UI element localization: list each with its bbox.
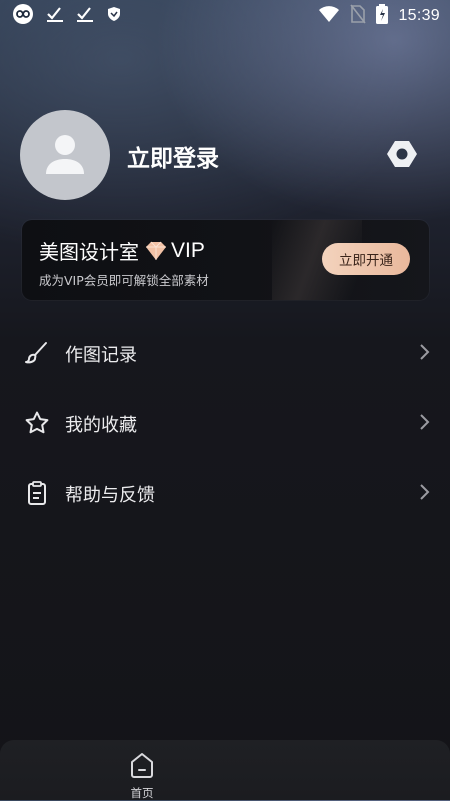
vip-card[interactable]: 美图设计室 VIP 成为VIP会员即可解锁全部素材 立即开通 — [22, 220, 429, 300]
chevron-right-icon — [414, 482, 434, 502]
home-icon — [129, 751, 155, 783]
hexagon-settings-icon — [385, 137, 419, 175]
star-icon — [24, 410, 50, 436]
tab-home-label: 首页 — [130, 786, 154, 800]
diamond-icon — [145, 241, 167, 261]
chevron-right-icon — [414, 412, 434, 432]
wifi-icon — [318, 5, 340, 27]
menu-item-history[interactable]: 作图记录 — [0, 327, 450, 377]
vip-badge-text: VIP — [171, 238, 205, 262]
vip-subtitle: 成为VIP会员即可解锁全部素材 — [39, 273, 209, 288]
shield-icon — [106, 6, 122, 26]
vip-title: 美图设计室 VIP — [39, 236, 205, 265]
menu-item-favorites[interactable]: 我的收藏 — [0, 397, 450, 447]
status-right-icons: 15:39 — [318, 4, 440, 28]
menu-item-label: 我的收藏 — [65, 415, 137, 436]
brush-icon — [24, 340, 50, 366]
settings-button[interactable] — [382, 136, 422, 176]
status-left-icons — [12, 3, 122, 29]
battery-charging-icon — [376, 4, 389, 28]
tab-home[interactable]: 首页 — [117, 745, 167, 800]
no-sim-icon — [350, 4, 367, 28]
menu-item-help-feedback[interactable]: 帮助与反馈 — [0, 467, 450, 517]
status-time: 15:39 — [398, 7, 440, 24]
chevron-right-icon — [414, 342, 434, 362]
user-silhouette-icon — [42, 130, 88, 180]
login-link[interactable]: 立即登录 — [127, 139, 219, 173]
check-icon — [76, 5, 94, 27]
vip-brand: 美图设计室 — [39, 240, 139, 264]
clipboard-icon — [24, 480, 50, 506]
menu-item-label: 作图记录 — [65, 345, 137, 366]
open-vip-button[interactable]: 立即开通 — [322, 243, 410, 275]
avatar[interactable] — [20, 110, 110, 200]
check-icon — [46, 5, 64, 27]
menu-item-label: 帮助与反馈 — [65, 485, 155, 506]
bottom-tab-bar: 首页 — [0, 740, 450, 800]
status-bar: 15:39 — [0, 0, 450, 32]
infinity-icon — [12, 3, 34, 29]
